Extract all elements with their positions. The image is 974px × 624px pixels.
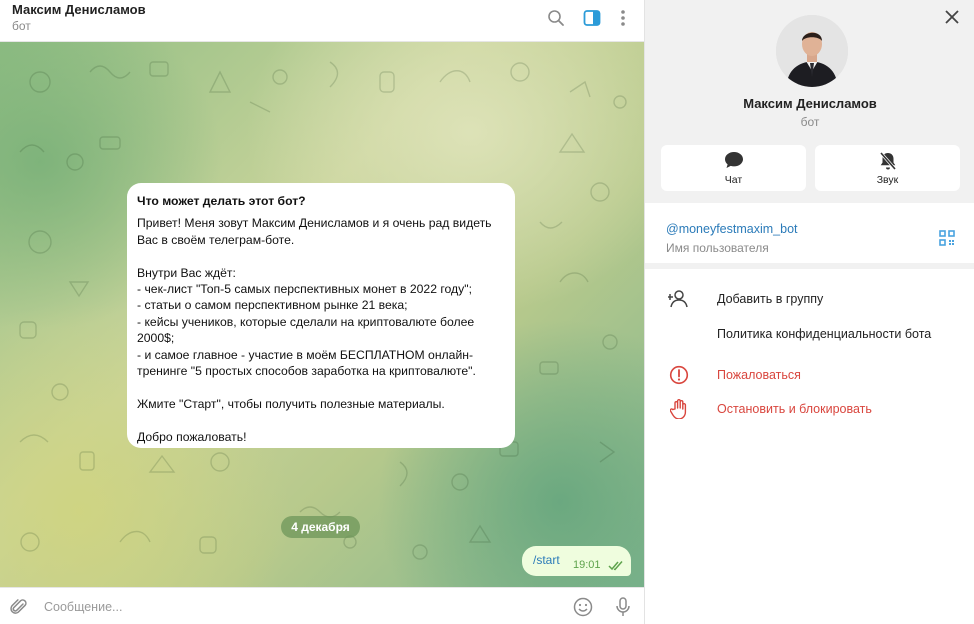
- bot-info-card: Что может делать этот бот? Привет! Меня …: [127, 183, 515, 448]
- chat-status: бот: [12, 19, 31, 33]
- chat-button-label: Чат: [724, 174, 743, 186]
- privacy-policy-label: Политика конфиденциальности бота: [717, 327, 932, 341]
- avatar[interactable]: [776, 15, 848, 87]
- bot-info-line: - и самое главное - участие в моём БЕСПЛ…: [137, 347, 474, 362]
- block-item[interactable]: Остановить и блокировать: [645, 394, 974, 424]
- profile-header: Максим Денисламов бот Чат Звук: [645, 0, 974, 203]
- bot-info-line: - статьи о самом перспективном рынке 21 …: [137, 298, 408, 313]
- bot-info-line: тренинге "5 простых способов заработка н…: [137, 364, 476, 379]
- profile-name: Максим Денисламов: [743, 96, 877, 111]
- bot-info-title: Что может делать этот бот?: [137, 194, 306, 208]
- paperclip-icon[interactable]: [8, 596, 30, 618]
- chat-button[interactable]: Чат: [661, 145, 806, 191]
- chat-title[interactable]: Максим Денисламов: [12, 2, 146, 17]
- add-to-group-label: Добавить в группу: [717, 292, 824, 306]
- username-section: @moneyfestmaxim_bot Имя пользователя: [645, 203, 974, 269]
- bot-info-line: Жмите "Старт", чтобы получить полезные м…: [137, 396, 445, 411]
- privacy-policy-item[interactable]: Политика конфиденциальности бота: [645, 319, 974, 349]
- username-link[interactable]: @moneyfestmaxim_bot: [666, 222, 798, 236]
- bot-info-spacer: [137, 412, 505, 428]
- bot-info-line: - чек-лист "Топ-5 самых перспективных мо…: [137, 282, 472, 297]
- message-text[interactable]: /start: [533, 553, 560, 567]
- double-check-icon: [608, 558, 624, 576]
- emoji-icon[interactable]: [572, 596, 594, 618]
- bot-info-line: - кейсы учеников, которые сделали на кри…: [137, 314, 475, 329]
- bot-info-line: Привет! Меня зовут Максим Денисламов и я…: [137, 216, 492, 231]
- date-separator: 4 декабря: [281, 516, 360, 538]
- bell-muted-icon: [879, 152, 896, 170]
- add-to-group-item[interactable]: Добавить в группу: [645, 284, 974, 314]
- hand-stop-icon: [667, 397, 691, 421]
- bot-info-line: Добро пожаловать!: [137, 429, 247, 444]
- chat-background: Что может делать этот бот? Привет! Меня …: [0, 42, 644, 587]
- report-label: Пожаловаться: [717, 368, 801, 382]
- bot-info-spacer: [137, 379, 505, 395]
- add-user-icon: [667, 287, 691, 311]
- sound-button-label: Звук: [876, 174, 899, 186]
- bot-info-line: 2000$;: [137, 331, 175, 346]
- chat-area: Максим Денисламов бот Что может делать э…: [0, 0, 644, 624]
- microphone-icon[interactable]: [612, 596, 634, 618]
- bot-info-line: Внутри Вас ждёт:: [137, 265, 236, 280]
- close-icon[interactable]: [941, 6, 963, 28]
- bot-info-spacer: [137, 248, 505, 264]
- qr-code-icon[interactable]: [939, 230, 955, 246]
- block-label: Остановить и блокировать: [717, 402, 872, 416]
- message-time: 19:01: [573, 559, 601, 571]
- report-icon: [667, 363, 691, 387]
- chat-bubble-icon: [724, 152, 743, 168]
- report-item[interactable]: Пожаловаться: [645, 360, 974, 390]
- sidebar-toggle-icon[interactable]: [581, 7, 603, 29]
- profile-status: бот: [800, 115, 820, 129]
- search-icon[interactable]: [545, 7, 567, 29]
- outgoing-message[interactable]: /start 19:01: [522, 546, 631, 576]
- sound-button[interactable]: Звук: [815, 145, 960, 191]
- username-caption: Имя пользователя: [666, 241, 769, 255]
- more-vertical-icon[interactable]: [612, 7, 634, 29]
- message-input[interactable]: [44, 597, 544, 617]
- profile-panel: Максим Денисламов бот Чат Звук @moneyfes…: [644, 0, 974, 624]
- bot-info-line: Вас в своём телеграм-боте.: [137, 232, 295, 247]
- chat-header[interactable]: Максим Денисламов бот: [0, 0, 644, 42]
- message-composer: [0, 587, 644, 624]
